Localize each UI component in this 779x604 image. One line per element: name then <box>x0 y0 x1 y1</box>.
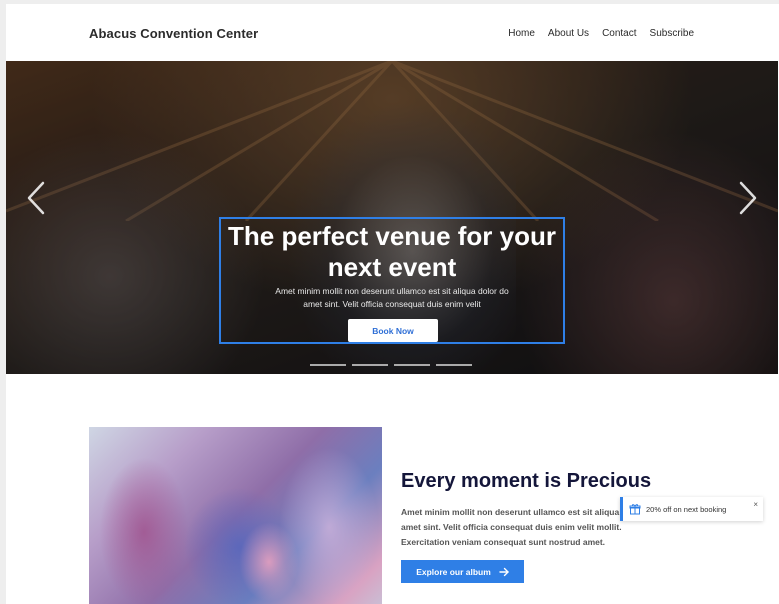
feature-photo-shape <box>99 457 189 604</box>
carousel-next-button[interactable] <box>736 178 760 218</box>
chevron-left-icon <box>27 181 45 215</box>
hero-description: Amet minim mollit non deserunt ullamco e… <box>275 286 509 309</box>
hero-title: The perfect venue for your next event <box>228 221 556 282</box>
main-nav: Home About Us Contact Subscribe <box>508 28 694 39</box>
carousel-indicators <box>310 364 472 366</box>
feature-photo-shape <box>239 522 299 602</box>
carousel-indicator-2[interactable] <box>352 364 388 366</box>
promo-toast[interactable]: 20% off on next booking × <box>620 497 763 521</box>
nav-home[interactable]: Home <box>508 28 535 39</box>
book-now-button[interactable]: Book Now <box>348 319 438 342</box>
explore-album-button[interactable]: Explore our album <box>401 560 524 583</box>
carousel-indicator-1[interactable] <box>310 364 346 366</box>
carousel-prev-button[interactable] <box>24 178 48 218</box>
site-header: Abacus Convention Center Home About Us C… <box>6 4 779 61</box>
hero-carousel: The perfect venue for your next event Am… <box>6 61 778 374</box>
carousel-indicator-4[interactable] <box>436 364 472 366</box>
nav-about-us[interactable]: About Us <box>548 28 589 39</box>
feature-title: Every moment is Precious <box>401 470 652 492</box>
chevron-right-icon <box>739 181 757 215</box>
brand-name[interactable]: Abacus Convention Center <box>89 26 258 41</box>
gift-icon <box>629 504 641 515</box>
arrow-right-icon <box>499 567 509 576</box>
hero-content-box: The perfect venue for your next event Am… <box>219 217 565 344</box>
nav-subscribe[interactable]: Subscribe <box>650 28 694 39</box>
explore-album-label: Explore our album <box>416 566 491 577</box>
promo-message: 20% off on next booking <box>646 504 727 514</box>
feature-photo-celebration <box>89 427 382 604</box>
nav-contact[interactable]: Contact <box>602 28 636 39</box>
close-icon[interactable]: × <box>753 500 758 509</box>
carousel-indicator-3[interactable] <box>394 364 430 366</box>
